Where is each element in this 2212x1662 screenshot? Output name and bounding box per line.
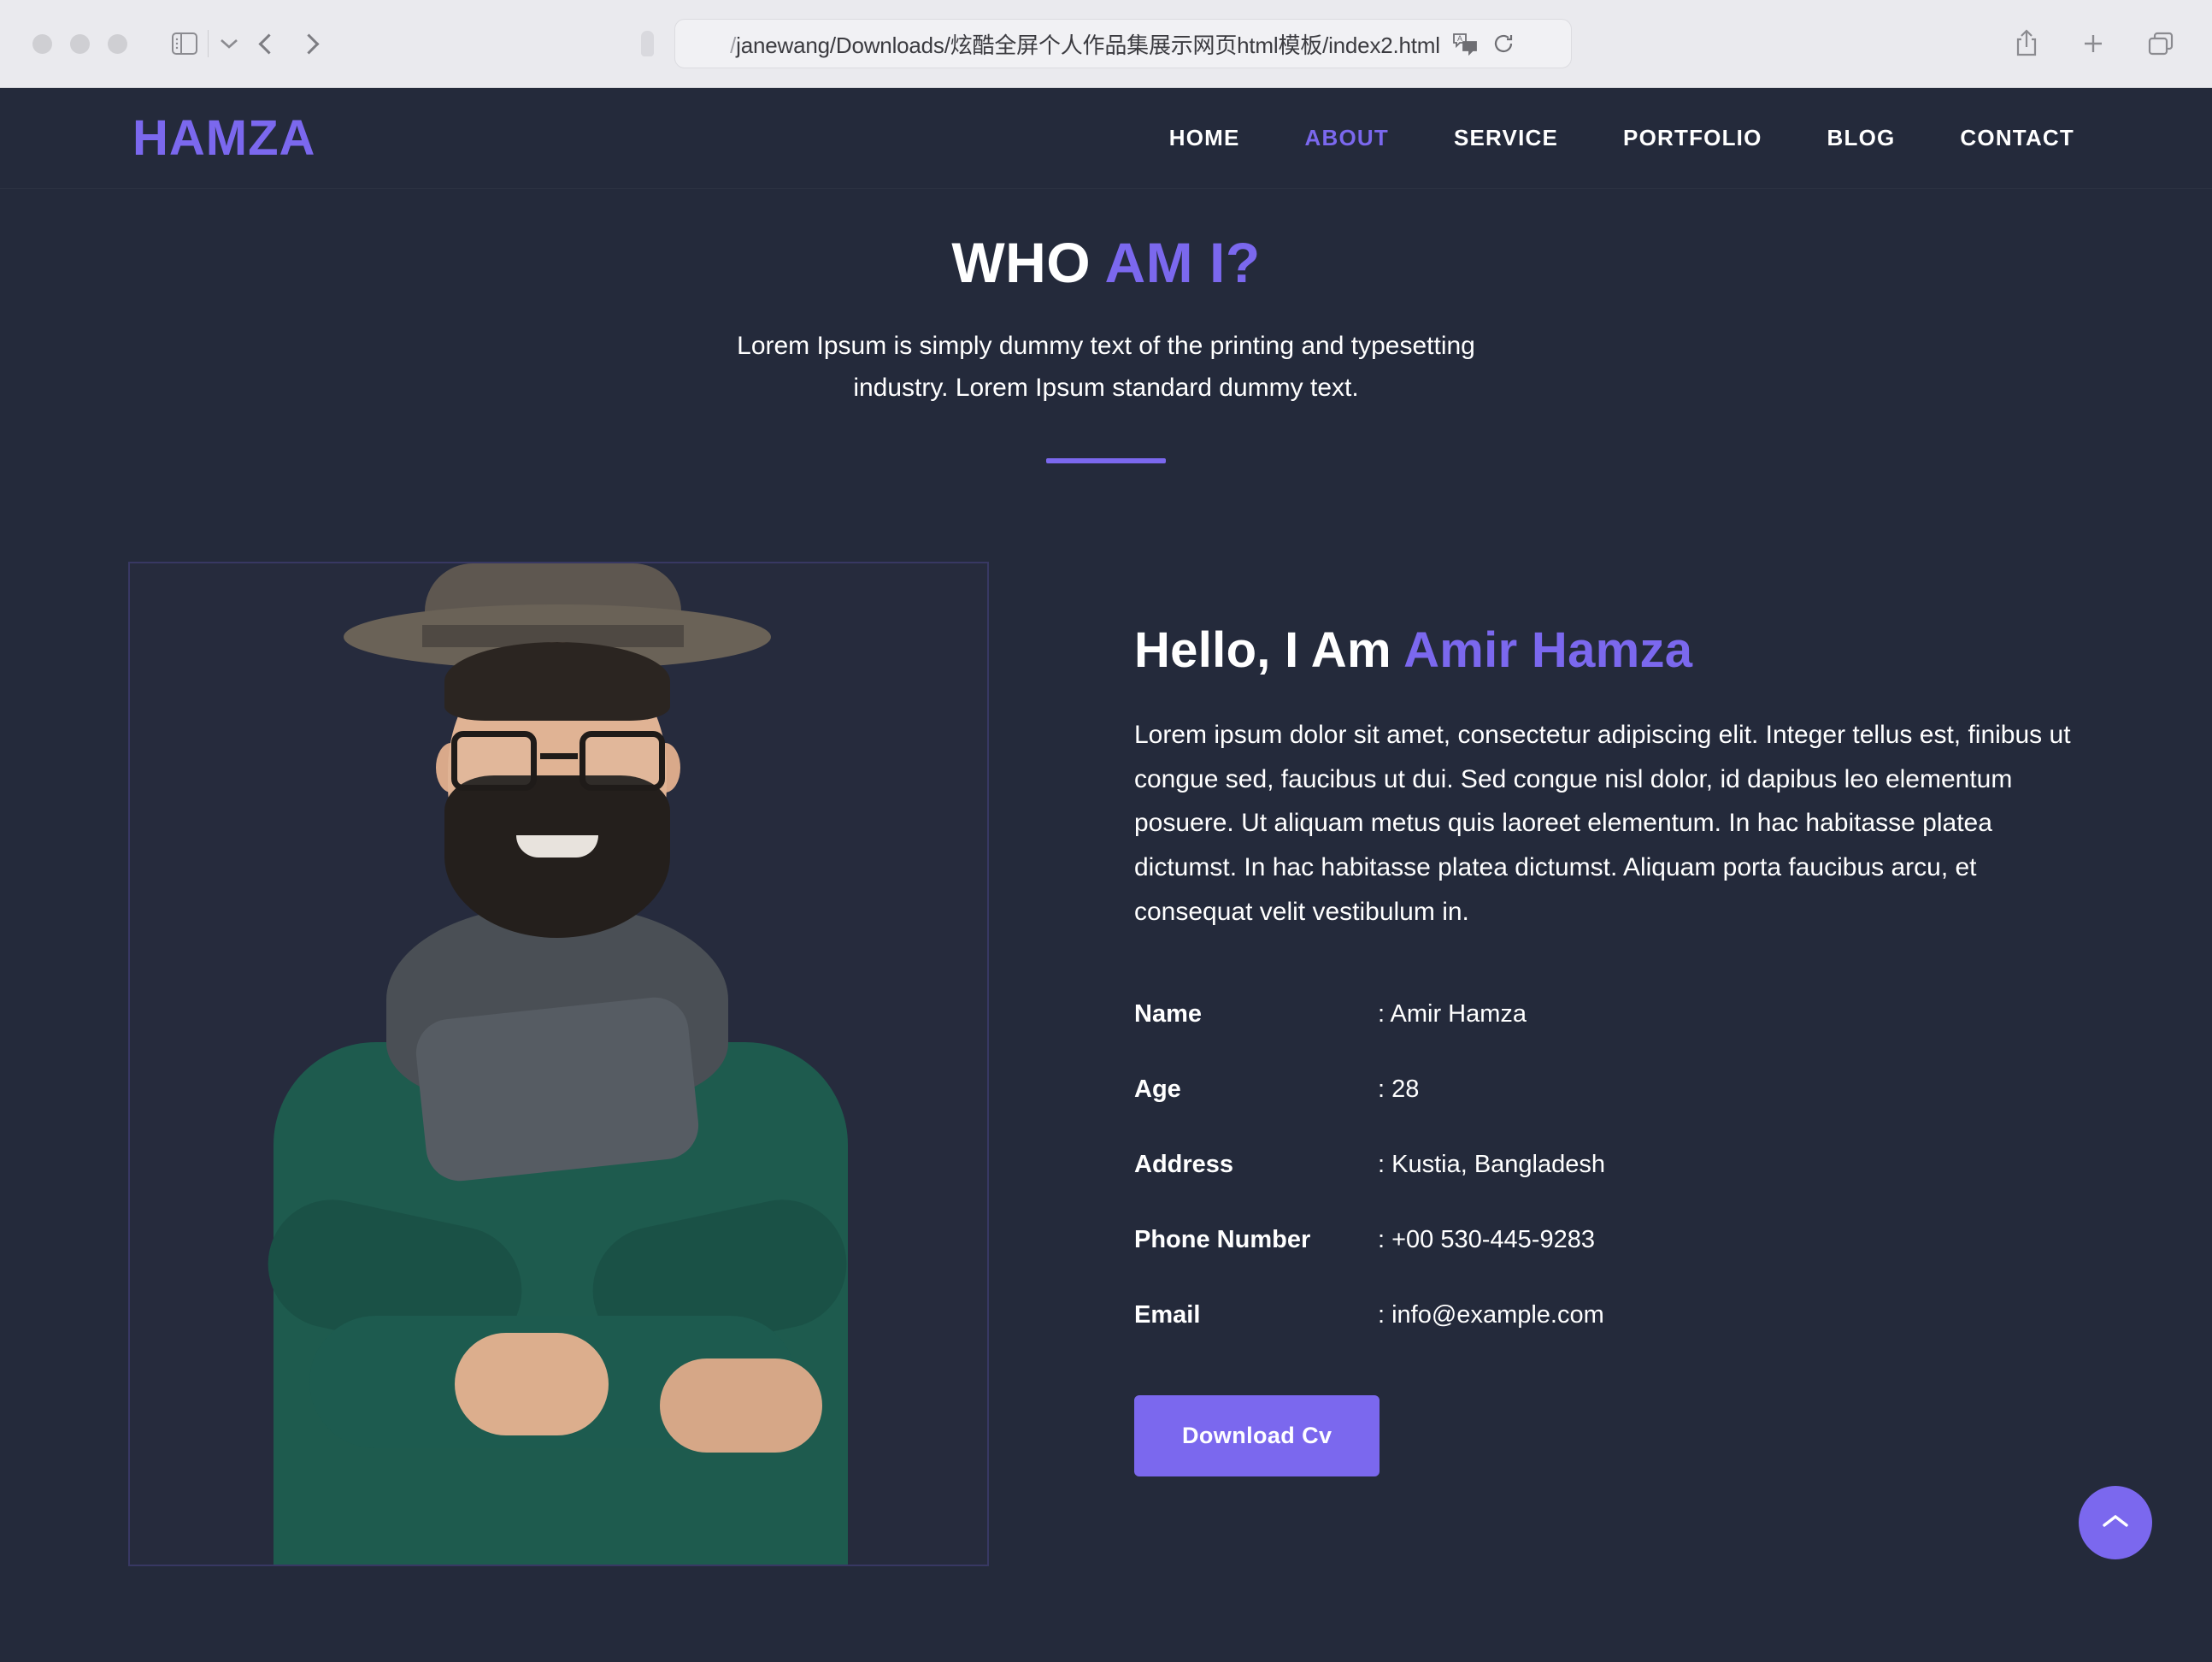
back-arrow-icon[interactable]	[258, 32, 279, 55]
table-row: Email : info@example.com	[1134, 1301, 1605, 1376]
page-title: WHO AM I?	[0, 230, 2212, 295]
nav-item-portfolio[interactable]: PORTFOLIO	[1618, 116, 1767, 160]
table-row: Name : Amir Hamza	[1134, 1000, 1605, 1076]
forward-arrow-icon[interactable]	[298, 32, 320, 55]
about-paragraph: Lorem ipsum dolor sit amet, consectetur …	[1134, 721, 2071, 926]
nav-item-contact[interactable]: CONTACT	[1955, 116, 2080, 160]
about-content: Hello, I Am Amir Hamza Lorem ipsum dolor…	[1134, 562, 2084, 1566]
translate-icon[interactable]: A	[1452, 32, 1478, 56]
info-value-name: : Amir Hamza	[1378, 1000, 1527, 1028]
table-row: Age : 28	[1134, 1076, 1605, 1151]
minimize-window-button[interactable]	[70, 33, 90, 54]
svg-text:A: A	[1457, 34, 1462, 43]
portrait-illustration	[130, 563, 987, 1565]
about-heading: Hello, I Am Amir Hamza	[1134, 622, 2084, 679]
about-section: Hello, I Am Amir Hamza Lorem ipsum dolor…	[0, 463, 2212, 1567]
page-title-plain: WHO	[951, 231, 1105, 294]
chevron-down-icon[interactable]	[219, 37, 239, 50]
info-value-age: : 28	[1378, 1076, 1420, 1104]
reload-icon[interactable]	[1491, 32, 1515, 56]
section-subtitle-line1: Lorem Ipsum is simply dummy text of the …	[737, 332, 1475, 360]
nav-item-about[interactable]: ABOUT	[1300, 116, 1394, 160]
chevron-up-icon	[2099, 1512, 2132, 1535]
info-value-email: : info@example.com	[1378, 1301, 1604, 1329]
download-cv-button[interactable]: Download Cv	[1134, 1395, 1380, 1477]
info-label-phone: Phone Number	[1134, 1226, 1311, 1254]
sidebar-icon[interactable]	[172, 32, 197, 55]
close-window-button[interactable]	[32, 33, 52, 54]
info-label-email: Email	[1134, 1301, 1201, 1329]
portrait-frame	[128, 562, 989, 1567]
section-subtitle-line2: industry. Lorem Ipsum standard dummy tex…	[853, 373, 1359, 402]
portrait-photo	[130, 563, 987, 1565]
shield-icon[interactable]	[640, 31, 654, 56]
site-header: HAMZA HOME ABOUT SERVICE PORTFOLIO BLOG …	[0, 88, 2212, 189]
about-heading-accent: Amir Hamza	[1403, 622, 1693, 679]
section-header: WHO AM I? Lorem Ipsum is simply dummy te…	[0, 189, 2212, 464]
maximize-window-button[interactable]	[108, 33, 127, 54]
address-bar-area: /janewang/Downloads/炫酷全屏个人作品集展示网页html模板/…	[0, 19, 2212, 68]
table-row: Address : Kustia, Bangladesh	[1134, 1151, 1605, 1226]
info-label-age: Age	[1134, 1076, 1181, 1104]
url-path: janewang/Downloads/炫酷全屏个人作品集展示网页html模板/i…	[736, 32, 1440, 58]
toolbar-divider	[208, 30, 209, 57]
plus-icon[interactable]	[2080, 31, 2106, 56]
table-row: Phone Number : +00 530-445-9283	[1134, 1226, 1605, 1301]
nav-item-service[interactable]: SERVICE	[1449, 116, 1563, 160]
window-controls[interactable]	[32, 33, 127, 54]
nav-item-blog[interactable]: BLOG	[1822, 116, 1901, 160]
main-navigation: HOME ABOUT SERVICE PORTFOLIO BLOG CONTAC…	[1164, 116, 2080, 160]
page-title-accent: AM I?	[1104, 231, 1261, 294]
info-value-phone: : +00 530-445-9283	[1378, 1226, 1595, 1254]
scroll-to-top-button[interactable]	[2079, 1486, 2152, 1559]
site-logo[interactable]: HAMZA	[132, 109, 315, 167]
nav-item-home[interactable]: HOME	[1164, 116, 1245, 160]
section-subtitle: Lorem Ipsum is simply dummy text of the …	[0, 326, 2212, 409]
info-value-address: : Kustia, Bangladesh	[1378, 1151, 1606, 1179]
tab-overview-icon[interactable]	[2147, 31, 2174, 56]
browser-toolbar: /janewang/Downloads/炫酷全屏个人作品集展示网页html模板/…	[0, 0, 2212, 88]
webpage-viewport: HAMZA HOME ABOUT SERVICE PORTFOLIO BLOG …	[0, 88, 2212, 1662]
about-heading-plain: Hello, I Am	[1134, 622, 1404, 679]
share-icon[interactable]	[2014, 29, 2039, 58]
about-info-table: Name : Amir Hamza Age : 28 Address : Kus…	[1134, 1000, 1605, 1376]
url-text: /janewang/Downloads/炫酷全屏个人作品集展示网页html模板/…	[730, 28, 1440, 60]
info-label-address: Address	[1134, 1151, 1234, 1179]
url-bar[interactable]: /janewang/Downloads/炫酷全屏个人作品集展示网页html模板/…	[674, 19, 1572, 68]
info-label-name: Name	[1134, 1000, 1202, 1028]
